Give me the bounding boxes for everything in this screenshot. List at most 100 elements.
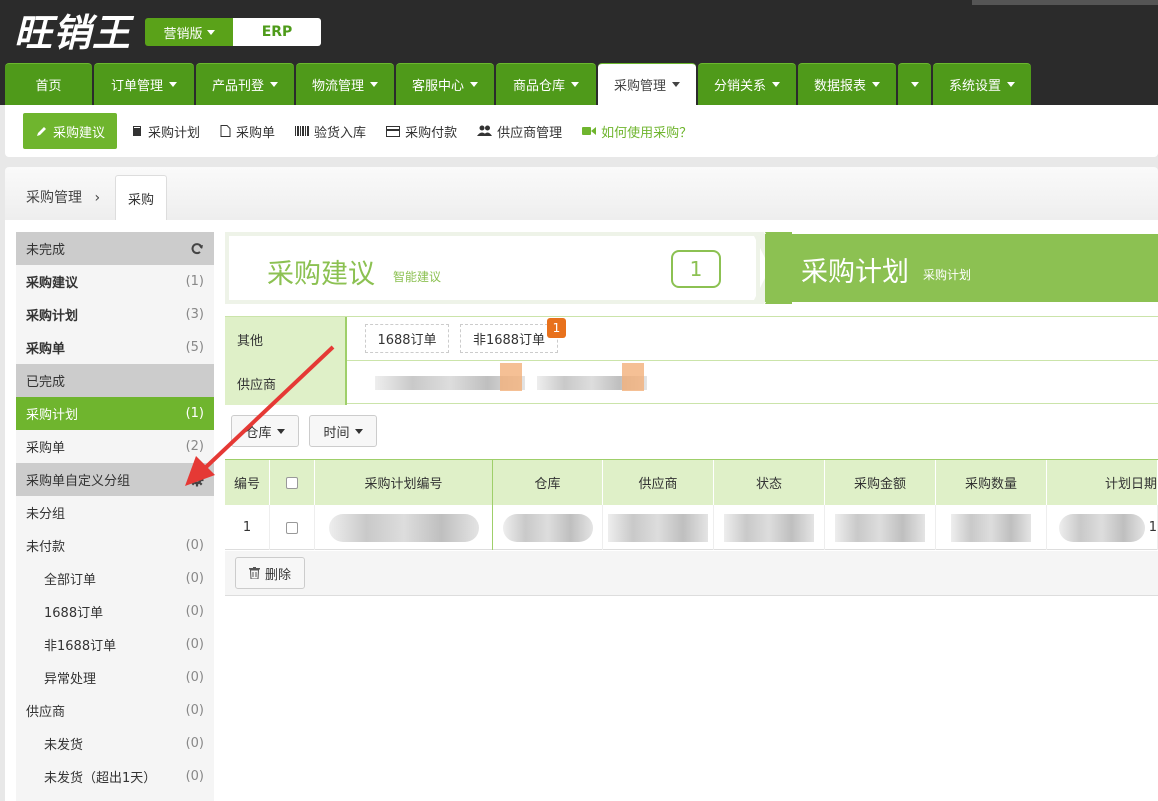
- cell-amount: [825, 505, 936, 550]
- step-suggestion[interactable]: 采购建议 智能建议 1: [225, 232, 760, 304]
- app-logo[interactable]: 旺销王: [14, 2, 131, 57]
- step-suggestion-title: 采购建议: [267, 259, 375, 290]
- nav-tab-logistics[interactable]: 物流管理: [296, 63, 394, 105]
- cell-quantity: [936, 505, 1047, 550]
- nav-tab-listing[interactable]: 产品刊登: [196, 63, 294, 105]
- sidebar-item-supplier[interactable]: 供应商 (0): [16, 694, 214, 727]
- col-warehouse[interactable]: 仓库: [493, 460, 603, 505]
- redacted-value: [835, 513, 925, 542]
- subnav-inspection[interactable]: 验货入库: [285, 113, 376, 149]
- col-amount[interactable]: 采购金额: [825, 460, 936, 505]
- col-plan-number[interactable]: 采购计划编号: [315, 460, 493, 505]
- pencil-icon: [37, 126, 46, 136]
- sidebar-item-ungrouped[interactable]: 未分组: [16, 496, 214, 529]
- sidebar-item-not-shipped-overdue[interactable]: 未发货（超出1天） (0): [16, 760, 214, 793]
- edition-selector[interactable]: 营销版: [145, 18, 233, 46]
- breadcrumb: 采购管理 ›: [26, 187, 100, 207]
- select-all-checkbox[interactable]: [286, 476, 298, 489]
- sidebar-item-1688-orders[interactable]: 1688订单 (0): [16, 595, 214, 628]
- sidebar-item-suggestion[interactable]: 采购建议 (1): [16, 265, 214, 298]
- row-checkbox[interactable]: [286, 521, 298, 534]
- cell-plan-date-text: 1: [1148, 520, 1157, 535]
- chevron-down-icon: [206, 29, 215, 35]
- step-suggestion-subtitle: 智能建议: [393, 270, 442, 284]
- filter-chip-non-1688[interactable]: 非1688订单: [460, 324, 558, 353]
- chevron-down-icon: [270, 82, 278, 87]
- filter-row-supplier: 供应商: [225, 361, 1158, 405]
- chevron-down-icon: [354, 428, 363, 434]
- delete-button[interactable]: 删除: [235, 557, 305, 589]
- edition-switch[interactable]: 营销版 ERP: [145, 18, 321, 46]
- nav-tab-settings[interactable]: 系统设置: [933, 63, 1031, 105]
- redacted-value: [502, 513, 593, 542]
- nav-tab-warehouse[interactable]: 商品仓库: [496, 63, 596, 105]
- step-suggestion-count: 1: [671, 250, 721, 288]
- sidebar-item-order[interactable]: 采购单 (5): [16, 331, 214, 364]
- sidebar: 未完成 采购建议 (1) 采购计划 (3) 采购单 (5) 已完成 采购计划 (1) 采…: [16, 232, 214, 801]
- top-right-bar: [972, 0, 1158, 5]
- redacted-value: [724, 513, 814, 542]
- refresh-icon[interactable]: [190, 242, 204, 256]
- barcode-icon: [295, 126, 310, 136]
- nav-tab-distribution[interactable]: 分销关系: [698, 63, 796, 105]
- col-plan-date[interactable]: 计划日期: [1047, 460, 1158, 505]
- cell-warehouse: [493, 505, 603, 550]
- chevron-down-icon: [169, 82, 177, 87]
- step-plan-subtitle: 采购计划: [923, 268, 972, 282]
- plan-table: 编号 采购计划编号 仓库 供应商 状态 采购金额 采购数量 计划日期 1 1: [225, 459, 1158, 551]
- chevron-down-icon: [910, 82, 919, 87]
- col-quantity[interactable]: 采购数量: [936, 460, 1047, 505]
- subnav-purchase-suggestion[interactable]: 采购建议: [23, 113, 118, 149]
- users-icon: [477, 125, 493, 136]
- sidebar-head-incomplete: 未完成: [16, 232, 214, 265]
- sidebar-item-plan[interactable]: 采购计划 (3): [16, 298, 214, 331]
- filter-panel: 其他 1688订单 非1688订单 1 供应商: [225, 316, 1158, 405]
- subnav-supplier-management[interactable]: 供应商管理: [467, 113, 572, 149]
- nav-tab-home[interactable]: 首页: [5, 63, 92, 105]
- gear-icon[interactable]: [190, 473, 204, 487]
- sidebar-head-custom-groups: 采购单自定义分组: [16, 463, 214, 496]
- subnav-purchase-plan[interactable]: 采购计划: [121, 113, 210, 149]
- table-row[interactable]: 1 1: [225, 505, 1158, 550]
- sidebar-item-all-orders[interactable]: 全部订单 (0): [16, 562, 214, 595]
- sidebar-item-not-shipped[interactable]: 未发货 (0): [16, 727, 214, 760]
- sidebar-item-unpaid[interactable]: 未付款 (0): [16, 529, 214, 562]
- col-status[interactable]: 状态: [714, 460, 825, 505]
- redacted-value: [951, 513, 1031, 542]
- edition-value: ERP: [233, 18, 321, 46]
- sidebar-item-plan-done[interactable]: 采购计划 (1): [16, 397, 214, 430]
- subnav-purchase-order[interactable]: 采购单: [210, 113, 285, 149]
- warehouse-dropdown[interactable]: 仓库: [231, 415, 299, 447]
- nav-tab-more[interactable]: [898, 63, 931, 105]
- col-supplier[interactable]: 供应商: [603, 460, 714, 505]
- row-index: 1: [225, 505, 270, 550]
- chevron-down-icon: [276, 428, 285, 434]
- subnav-help-video[interactable]: 如何使用采购？: [572, 113, 702, 149]
- sidebar-item-non-1688-orders[interactable]: 非1688订单 (0): [16, 628, 214, 661]
- sidebar-item-order-done[interactable]: 采购单 (2): [16, 430, 214, 463]
- cell-plan-date: 1: [1047, 505, 1158, 550]
- process-steps: 采购建议 智能建议 1 采购计划 采购计划: [225, 232, 1158, 304]
- cell-supplier: [603, 505, 714, 550]
- filter-row-other: 其他 1688订单 非1688订单 1: [225, 317, 1158, 361]
- col-select: [270, 460, 315, 505]
- time-dropdown[interactable]: 时间: [309, 415, 377, 447]
- sidebar-item-exceptions[interactable]: 异常处理 (0): [16, 661, 214, 694]
- book-icon: [133, 126, 142, 136]
- tab-purchasing[interactable]: 采购: [115, 175, 167, 221]
- subnav-payment[interactable]: 采购付款: [376, 113, 467, 149]
- video-icon: [582, 127, 597, 135]
- table-footer: 删除: [225, 551, 1158, 596]
- redacted-value: [328, 513, 479, 542]
- step-plan-title: 采购计划: [801, 257, 909, 288]
- row-select: [270, 505, 315, 550]
- breadcrumb-parent[interactable]: 采购管理: [26, 190, 82, 206]
- nav-tab-purchasing[interactable]: 采购管理: [598, 63, 696, 105]
- top-bar: 旺销王 营销版 ERP 首页 订单管理 产品刊登 物流管理 客服中心 商品仓库 …: [0, 0, 1158, 105]
- nav-tab-orders[interactable]: 订单管理: [94, 63, 194, 105]
- nav-tab-reports[interactable]: 数据报表: [798, 63, 896, 105]
- step-plan[interactable]: 采购计划 采购计划: [765, 234, 1158, 302]
- breadcrumb-bar: 采购管理 › 采购: [5, 167, 1158, 221]
- nav-tab-customer-service[interactable]: 客服中心: [396, 63, 494, 105]
- filter-chip-1688[interactable]: 1688订单: [365, 324, 449, 353]
